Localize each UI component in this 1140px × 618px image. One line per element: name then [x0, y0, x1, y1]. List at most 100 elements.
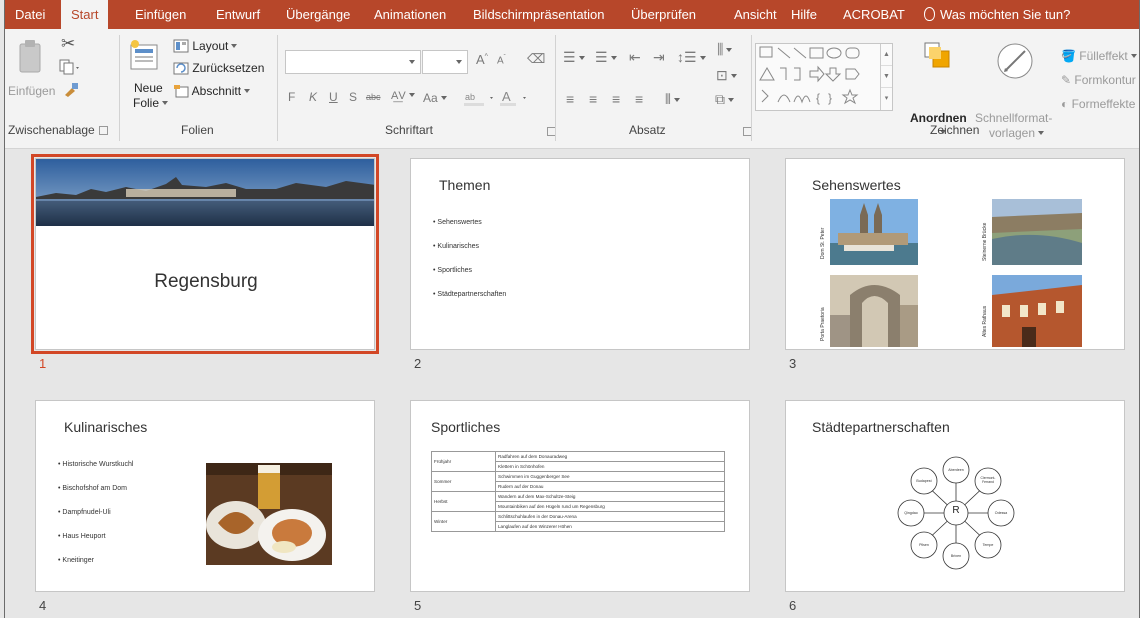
paragraph-group-label: Absatz — [629, 123, 666, 137]
quick-styles-button[interactable] — [995, 41, 1035, 79]
svg-text:{: { — [816, 91, 820, 105]
tab-hilfe[interactable]: Hilfe — [789, 0, 819, 29]
copy-button[interactable] — [59, 59, 81, 77]
bold-button[interactable]: F — [288, 90, 295, 104]
bullet-item: • Haus Heuport — [58, 533, 106, 540]
quick-styles-label-1: Schnellformat- — [975, 111, 1053, 125]
slide-thumbnail-2[interactable]: Themen • Sehenswertes • Kulinarisches • … — [410, 158, 750, 350]
sports-table: Frühjahr Radfahren auf dem Donauradweg Kl… — [431, 451, 725, 532]
slide-thumbnail-3[interactable]: Sehenswertes Dom St. Peter Steinerne Brü… — [785, 158, 1125, 350]
grow-font-button[interactable]: A^ — [476, 52, 488, 67]
bullet-item: • Sehenswertes — [433, 219, 482, 226]
align-text-icon[interactable]: ⊡ — [716, 67, 737, 84]
tab-ansicht[interactable]: Ansicht — [732, 0, 779, 29]
photo-caption: Steinerne Brücke — [982, 222, 988, 261]
photo-caption: Altes Rathaus — [982, 305, 988, 337]
slide-number: 1 — [39, 356, 47, 371]
slide-title: Regensburg — [154, 271, 258, 292]
group-separator — [277, 35, 278, 141]
increase-indent-icon[interactable]: ⇥ — [653, 49, 665, 66]
tab-bildschirmpraesentation[interactable]: Bildschirmpräsentation — [471, 0, 607, 29]
bullet-item: • Sportliches — [433, 267, 473, 274]
font-color-button[interactable]: A — [499, 89, 533, 107]
tab-datei[interactable]: Datei — [13, 0, 47, 29]
reset-button[interactable]: Zurücksetzen — [173, 61, 264, 75]
change-case-button[interactable]: Aa — [423, 91, 447, 105]
chevron-down-icon — [244, 89, 251, 93]
justify-icon[interactable]: ≡ — [635, 91, 643, 107]
bullet-item: • Kneitinger — [58, 557, 94, 564]
format-painter-button[interactable] — [63, 81, 79, 97]
group-separator — [751, 35, 752, 141]
chevron-down-icon — [162, 101, 169, 105]
tell-me-search[interactable]: Was möchten Sie tun? — [922, 0, 1072, 29]
slide-number: 6 — [789, 598, 797, 613]
font-size-input[interactable] — [422, 50, 468, 74]
layout-button[interactable]: Layout — [173, 39, 238, 53]
svg-text:}: } — [828, 91, 832, 105]
city-node: Aberdeen — [948, 468, 964, 472]
line-spacing-icon[interactable]: ↕☰ — [677, 49, 706, 66]
tab-einfuegen[interactable]: Einfügen — [133, 0, 188, 29]
tab-acrobat[interactable]: ACROBAT — [841, 0, 907, 29]
numbering-icon[interactable]: ☰ — [595, 49, 617, 66]
paste-button[interactable] — [15, 39, 45, 77]
shapes-gallery-scroll[interactable]: ▲ ▼ ▾ — [880, 44, 892, 110]
dialog-launcher-icon[interactable] — [98, 126, 108, 135]
decrease-indent-icon[interactable]: ⇤ — [629, 49, 641, 66]
slide-thumbnail-5[interactable]: Sportliches Frühjahr Radfahren auf dem Do… — [410, 400, 750, 592]
font-name-input[interactable] — [285, 50, 421, 74]
shapes-gallery[interactable]: {} ▲ ▼ ▾ — [755, 43, 893, 111]
tab-animationen[interactable]: Animationen — [372, 0, 448, 29]
shrink-font-button[interactable]: Aˇ — [497, 55, 506, 66]
section-button[interactable]: Abschnitt — [173, 84, 251, 98]
food-photo — [206, 463, 332, 565]
table-row: Herbst Wandern auf dem Max-Schultze-Steig — [431, 491, 725, 512]
tab-ueberpruefen[interactable]: Überprüfen — [629, 0, 698, 29]
char-spacing-icon[interactable]: A͟V — [391, 90, 415, 102]
font-color-icon: A — [500, 89, 526, 106]
italic-button[interactable]: K — [309, 90, 317, 104]
text-direction-icon[interactable]: ⫼ — [717, 41, 733, 58]
bullets-icon[interactable]: ☰ — [563, 49, 585, 66]
photo-caption: Dom St. Peter — [820, 227, 826, 259]
cut-icon[interactable]: ✂ — [61, 34, 75, 54]
underline-button[interactable]: U — [329, 90, 338, 104]
slides-group-label: Folien — [181, 123, 214, 137]
tab-entwurf[interactable]: Entwurf — [214, 0, 262, 29]
align-left-icon[interactable]: ≡ — [566, 91, 574, 107]
shape-fill-button[interactable]: 🪣 Fülleffekt — [1061, 49, 1137, 63]
quick-styles-icon — [997, 43, 1033, 79]
city-node: Brixen — [950, 554, 962, 558]
slide-thumbnail-1[interactable]: Regensburg — [31, 154, 379, 354]
smartart-icon[interactable]: ⧉ — [715, 91, 734, 108]
table-row: Frühjahr Radfahren auf dem Donauradweg — [431, 451, 725, 472]
strikethrough-button[interactable]: abc — [366, 92, 381, 102]
highlight-color-button[interactable]: ab — [463, 89, 499, 107]
tab-uebergaenge[interactable]: Übergänge — [284, 0, 352, 29]
align-right-icon[interactable]: ≡ — [612, 91, 620, 107]
shadow-button[interactable]: S — [349, 90, 357, 104]
chevron-down-icon — [456, 60, 462, 64]
new-slide-button[interactable] — [129, 39, 159, 73]
columns-icon[interactable]: ⫴ — [665, 91, 680, 108]
group-separator — [119, 35, 120, 141]
chevron-down-icon — [1130, 54, 1137, 58]
copy-icon — [59, 59, 79, 75]
slide-title: Sehenswertes — [812, 177, 901, 193]
clear-formatting-icon[interactable]: ⌫ — [527, 51, 545, 67]
shape-outline-button[interactable]: ✎ Formkontur — [1061, 73, 1136, 87]
chevron-down-icon — [231, 44, 238, 48]
old-town-hall-photo — [992, 275, 1082, 347]
bullet-item: • Kulinarisches — [433, 243, 480, 250]
paint-bucket-icon: 🪣 — [1061, 49, 1076, 63]
slide-thumbnail-4[interactable]: Kulinarisches • Historische Wurstkuchl •… — [35, 400, 375, 592]
align-center-icon[interactable]: ≡ — [589, 91, 597, 107]
cathedral-photo — [830, 199, 918, 265]
slide-sorter: Regensburg 1 Themen • Sehenswertes • Kul… — [5, 150, 1139, 618]
shape-effects-button[interactable]: ◐ Formeffekte — [1061, 97, 1135, 111]
arrange-button[interactable] — [923, 41, 955, 75]
tab-start[interactable]: Start — [61, 0, 109, 29]
slide-thumbnail-6[interactable]: Städtepartnerschaften R Aberdeen Clermon… — [785, 400, 1125, 592]
new-slide-label-2: Folie — [133, 96, 169, 110]
